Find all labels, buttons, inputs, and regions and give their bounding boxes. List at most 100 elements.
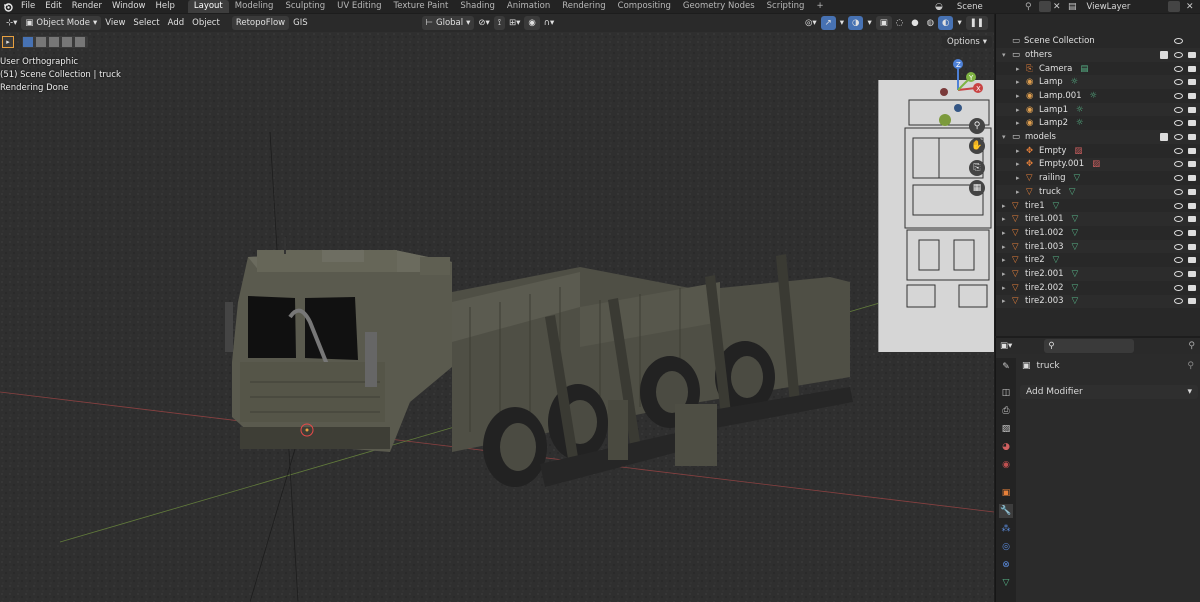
shading-solid-icon[interactable]: ● [907, 16, 922, 30]
modifier-tab-icon[interactable]: 🔧 [999, 504, 1013, 518]
exclude-checkbox[interactable] [1160, 50, 1168, 59]
tab-uv-editing[interactable]: UV Editing [331, 0, 387, 13]
shading-wireframe-icon[interactable]: ◌ [892, 16, 907, 30]
outliner-row[interactable]: ▸ ✥ Empty ▨ [996, 144, 1200, 158]
mesh-data-icon[interactable]: ▽ [1072, 296, 1079, 306]
outliner-row[interactable]: ▾ ▭ models [996, 130, 1200, 144]
eye-icon[interactable] [1174, 284, 1183, 291]
data-tab-icon[interactable]: ▽ [999, 576, 1013, 590]
render-camera-icon[interactable] [1188, 202, 1196, 209]
collapse-arrow-icon[interactable]: ▸ [1016, 65, 1026, 73]
menu-object[interactable]: Object [188, 16, 224, 30]
select-extend-icon[interactable] [36, 37, 46, 47]
render-camera-icon[interactable] [1188, 161, 1196, 168]
tab-compositing[interactable]: Compositing [612, 0, 677, 13]
outliner-root-row[interactable]: ▭ Scene Collection [996, 34, 1200, 48]
collapse-arrow-icon[interactable]: ▸ [1016, 174, 1026, 182]
lamp-data-icon[interactable]: ☼ [1076, 105, 1084, 115]
view-layer-tab-icon[interactable]: ▨ [999, 422, 1013, 436]
tab-animation[interactable]: Animation [501, 0, 556, 13]
mesh-data-icon[interactable]: ▽ [1072, 214, 1079, 224]
outliner-row[interactable]: ▸ ▽ tire2.001 ▽ [996, 267, 1200, 281]
tab-rendering[interactable]: Rendering [556, 0, 611, 13]
select-mode-icons[interactable] [22, 36, 88, 48]
exclude-checkbox[interactable] [1160, 133, 1168, 142]
physics-tab-icon[interactable]: ◎ [999, 540, 1013, 554]
add-workspace-button[interactable]: + [810, 0, 829, 13]
render-camera-icon[interactable] [1188, 134, 1196, 141]
tab-shading[interactable]: Shading [454, 0, 501, 13]
editor-type-icon[interactable]: ⊹▾ [2, 16, 21, 30]
menu-help[interactable]: Help [150, 0, 179, 13]
shading-dropdown-icon[interactable]: ▾ [953, 16, 965, 30]
outliner-row[interactable]: ▸ ◉ Lamp ☼ [996, 75, 1200, 90]
navigation-gizmo[interactable]: Z X Y [928, 58, 988, 118]
render-camera-icon[interactable] [1188, 188, 1196, 195]
overlay-icon[interactable]: ◑ [848, 16, 864, 30]
outliner-row[interactable]: ▸ ✥ Empty.001 ▨ [996, 157, 1200, 172]
select-subtract-icon[interactable] [49, 37, 59, 47]
xray-icon[interactable]: ▣ [875, 16, 892, 30]
eye-icon[interactable] [1174, 120, 1183, 127]
tab-modeling[interactable]: Modeling [229, 0, 280, 13]
mesh-data-icon[interactable]: ▽ [1053, 255, 1060, 265]
constraints-tab-icon[interactable]: ⊗ [999, 558, 1013, 572]
gizmo-dropdown-icon[interactable]: ▾ [836, 16, 848, 30]
snap-icon[interactable]: ⟟ [493, 16, 505, 30]
options-button[interactable]: Options ▾ [942, 36, 993, 48]
select-new-icon[interactable] [23, 37, 33, 47]
outliner-row[interactable]: ▸ ▽ tire1.002 ▽ [996, 226, 1200, 240]
eye-icon[interactable] [1174, 229, 1183, 236]
visibility-icon[interactable]: ◎▾ [801, 16, 821, 30]
menu-edit[interactable]: Edit [40, 0, 66, 13]
eye-icon[interactable] [1174, 65, 1183, 72]
menu-add[interactable]: Add [164, 16, 188, 30]
pin-icon[interactable]: ⚲ [1187, 361, 1194, 371]
render-camera-icon[interactable] [1188, 79, 1196, 86]
mesh-data-icon[interactable]: ▽ [1072, 228, 1079, 238]
render-camera-icon[interactable] [1188, 175, 1196, 182]
outliner-row[interactable]: ▸ ▽ tire2.002 ▽ [996, 281, 1200, 295]
collapse-arrow-icon[interactable]: ▸ [1002, 215, 1012, 223]
empty-data-icon[interactable]: ▨ [1092, 159, 1100, 169]
pan-hand-icon[interactable]: ✋ [969, 138, 985, 154]
render-camera-icon[interactable] [1188, 51, 1196, 58]
pin-icon[interactable]: ⚲ [1188, 341, 1195, 351]
shading-rendered-icon[interactable]: ◐ [938, 16, 954, 30]
eye-icon[interactable] [1174, 188, 1183, 195]
expand-arrow-icon[interactable]: ▾ [1002, 51, 1012, 59]
eye-icon[interactable] [1174, 298, 1183, 305]
outliner-row[interactable]: ▸ ▽ truck ▽ [996, 185, 1200, 199]
outliner-row[interactable]: ▸ ▽ tire1.001 ▽ [996, 212, 1200, 227]
pause-render-icon[interactable]: ❚❚ [965, 16, 988, 30]
collapse-arrow-icon[interactable]: ▸ [1016, 78, 1026, 86]
collapse-arrow-icon[interactable]: ▸ [1002, 256, 1012, 264]
outliner-row[interactable]: ▸ ◉ Lamp.001 ☼ [996, 89, 1200, 103]
select-intersect-icon[interactable] [75, 37, 85, 47]
scene-selector[interactable]: ◒ Scene ⚲ ✕ [935, 0, 1065, 13]
menu-retopoflow[interactable]: RetopoFlow [231, 16, 290, 30]
particles-tab-icon[interactable]: ⁂ [999, 522, 1013, 536]
zoom-icon[interactable]: ⚲ [969, 118, 985, 134]
menu-window[interactable]: Window [107, 0, 151, 13]
eye-icon[interactable] [1174, 37, 1183, 44]
mesh-data-icon[interactable]: ▽ [1072, 242, 1079, 252]
eye-icon[interactable] [1174, 271, 1183, 278]
expand-arrow-icon[interactable]: ▾ [1002, 133, 1012, 141]
world-tab-icon[interactable]: ◉ [999, 458, 1013, 472]
outliner-row[interactable]: ▸ ◉ Lamp1 ☼ [996, 102, 1200, 117]
transform-orientation-dropdown[interactable]: ⊢ Global ▾ [421, 16, 475, 30]
gizmo-icon[interactable]: ↗ [820, 16, 836, 30]
remove-view-layer-icon[interactable]: ✕ [1186, 2, 1194, 12]
overlay-dropdown-icon[interactable]: ▾ [863, 16, 875, 30]
render-camera-icon[interactable] [1188, 216, 1196, 223]
menu-select[interactable]: Select [129, 16, 163, 30]
lamp-data-icon[interactable]: ☼ [1090, 91, 1098, 101]
render-camera-icon[interactable] [1188, 92, 1196, 99]
render-camera-icon[interactable] [1188, 271, 1196, 278]
outliner-row[interactable]: ▸ ◉ Lamp2 ☼ [996, 117, 1200, 131]
collapse-arrow-icon[interactable]: ▸ [1016, 188, 1026, 196]
mesh-data-icon[interactable]: ▽ [1072, 269, 1079, 279]
collapse-arrow-icon[interactable]: ▸ [1016, 147, 1026, 155]
properties-search-input[interactable]: ⚲ [1044, 339, 1135, 353]
